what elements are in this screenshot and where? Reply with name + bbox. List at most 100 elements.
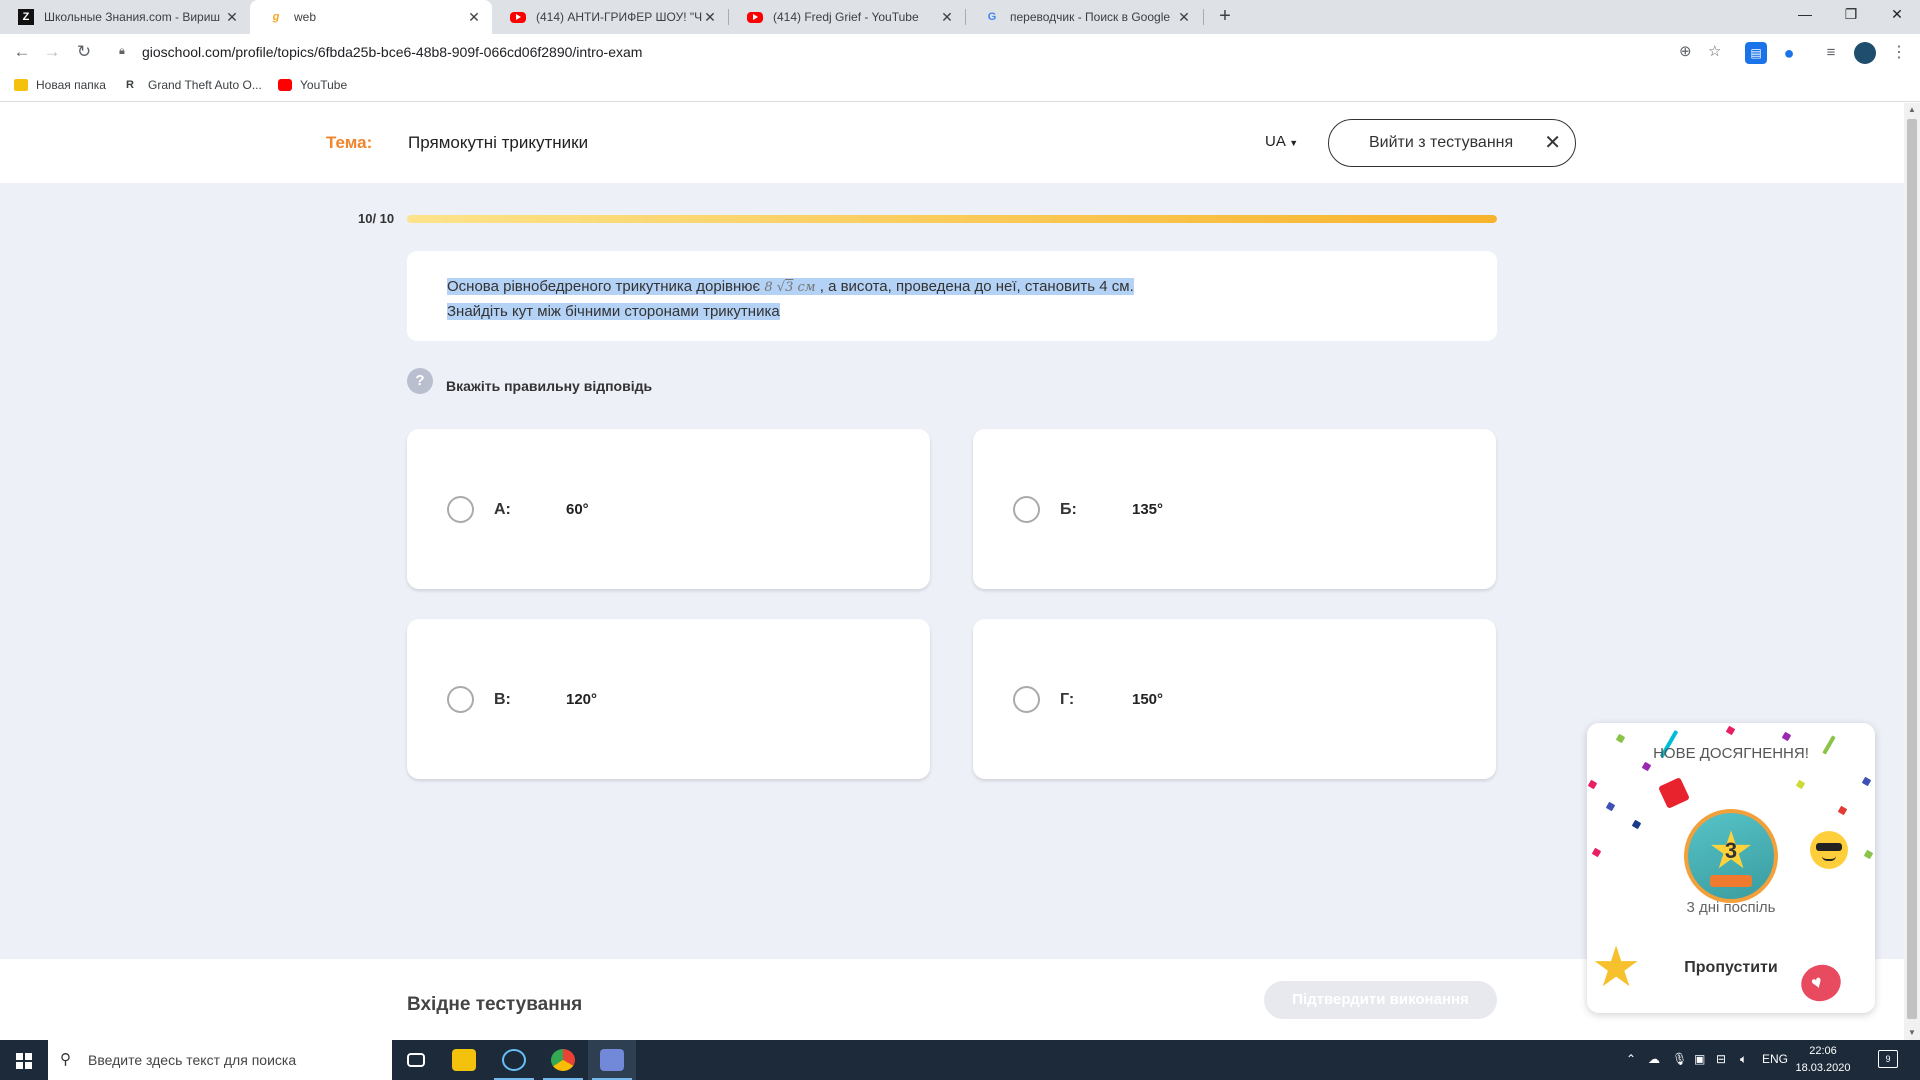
answer-option-d[interactable]: Г: 150°: [973, 619, 1496, 779]
close-tab-icon[interactable]: ✕: [1176, 9, 1192, 26]
notification-center-icon[interactable]: 9: [1878, 1050, 1898, 1068]
close-tab-icon[interactable]: ✕: [224, 9, 240, 26]
volume-icon[interactable]: 🔈︎: [1740, 1052, 1747, 1067]
exit-test-button[interactable]: Вийти з тестування ✕: [1328, 119, 1576, 167]
confetti-piece: [1725, 725, 1736, 736]
system-clock[interactable]: 22:06 18.03.2020: [1788, 1043, 1858, 1077]
radio-button[interactable]: [1013, 496, 1040, 523]
browser-tab-strip: Z Школьные Знания.com - Вириш ✕ g web ✕ …: [0, 0, 1920, 34]
tab-google-translate[interactable]: G переводчик - Поиск в Google ✕: [966, 0, 1202, 34]
tray-chevron-up-icon[interactable]: ⌃: [1626, 1052, 1636, 1066]
answer-letter: Б:: [1060, 501, 1077, 518]
steam-icon[interactable]: [490, 1040, 538, 1080]
radio-button[interactable]: [1013, 686, 1040, 713]
bookmark-star-icon[interactable]: ☆: [1708, 42, 1721, 60]
scroll-down-arrow-icon[interactable]: ▼: [1904, 1026, 1920, 1040]
taskbar-search[interactable]: ⚲ Введите здесь текст для поиска: [48, 1040, 392, 1080]
answer-letter: А:: [494, 501, 511, 518]
clock-date: 18.03.2020: [1795, 1062, 1851, 1074]
streak-badge: ★ 3: [1684, 809, 1778, 903]
achievement-subtitle: 3 дні поспіль: [1686, 899, 1776, 916]
media-control-icon[interactable]: ≡: [1820, 42, 1842, 64]
new-tab-button[interactable]: +: [1213, 5, 1237, 29]
tab-znanija[interactable]: Z Школьные Знания.com - Вириш ✕: [0, 0, 250, 34]
bookmark-label: Grand Theft Auto O...: [148, 78, 262, 92]
tab-title: (414) Fredj Grief - YouTube: [773, 10, 919, 24]
znanija-favicon-icon: Z: [18, 9, 34, 25]
page-header: Тема: Прямокутні трикутники UA ▼ Вийти з…: [0, 103, 1904, 183]
maximize-icon[interactable]: ❐: [1828, 0, 1874, 30]
youtube-icon: [747, 11, 763, 23]
start-button[interactable]: [0, 1040, 48, 1080]
page-scrollbar[interactable]: ▲ ▼: [1904, 103, 1920, 1040]
search-icon: ⚲: [60, 1051, 71, 1068]
bookmark-label: YouTube: [300, 78, 348, 92]
exit-test-label: Вийти з тестування: [1369, 134, 1514, 151]
microphone-icon[interactable]: 🎙︎: [1672, 1052, 1687, 1066]
answer-option-b[interactable]: Б: 135°: [973, 429, 1496, 589]
progress-counter: 10/ 10: [358, 211, 395, 226]
question-mark-icon[interactable]: ?: [407, 368, 433, 394]
tab-separator: [1203, 9, 1204, 25]
extension-new-icon[interactable]: ▤: [1745, 42, 1767, 64]
bookmark-youtube[interactable]: YouTube: [278, 78, 347, 92]
math-coefficient: 8: [764, 280, 773, 295]
close-tab-icon[interactable]: ✕: [702, 9, 718, 26]
confetti-piece: [1781, 731, 1792, 742]
bookmark-new-folder[interactable]: Новая папка: [14, 78, 106, 92]
reload-icon[interactable]: ↻: [72, 40, 96, 64]
theme-label: Тема:: [326, 133, 373, 152]
theme-title: Прямокутні трикутники: [408, 133, 589, 152]
confetti-piece: [1605, 801, 1616, 812]
answer-option-a[interactable]: А: 60°: [407, 429, 930, 589]
extension-globe-icon[interactable]: ●: [1778, 42, 1800, 64]
menu-kebab-icon[interactable]: ⋮: [1888, 42, 1910, 64]
radio-button[interactable]: [447, 496, 474, 523]
tab-youtube-fredj[interactable]: (414) Fredj Grief - YouTube ✕: [729, 0, 965, 34]
bookmark-label: Новая папка: [36, 78, 106, 92]
scroll-up-arrow-icon[interactable]: ▲: [1904, 103, 1920, 117]
close-window-icon[interactable]: ✕: [1874, 0, 1920, 30]
forward-arrow-icon[interactable]: →: [40, 40, 64, 64]
tray-app-icon[interactable]: ▣: [1694, 1052, 1705, 1066]
address-bar[interactable]: 🔒︎ gioschool.com/profile/topics/6fbda25b…: [108, 38, 1728, 66]
input-language[interactable]: ENG: [1762, 1052, 1788, 1066]
task-view-icon[interactable]: [392, 1040, 440, 1080]
youtube-icon: [278, 79, 292, 91]
confirm-button[interactable]: Підтвердити виконання: [1264, 981, 1497, 1019]
install-app-icon[interactable]: ⊕: [1679, 42, 1692, 60]
folder-icon: [14, 79, 28, 91]
tab-web[interactable]: g web ✕: [250, 0, 492, 34]
network-icon[interactable]: ⊟: [1716, 1052, 1726, 1066]
chrome-icon[interactable]: [539, 1040, 587, 1080]
tab-title: web: [294, 10, 317, 24]
math-unit: см: [793, 280, 816, 295]
lock-icon: 🔒︎: [119, 45, 125, 57]
scroll-thumb[interactable]: [1907, 119, 1917, 1019]
minimize-icon[interactable]: —: [1782, 0, 1828, 30]
onedrive-icon[interactable]: ☁: [1648, 1052, 1660, 1066]
answer-option-c[interactable]: В: 120°: [407, 619, 930, 779]
badge-number: 3: [1724, 838, 1738, 863]
tab-youtube-anti-grief[interactable]: (414) АНТИ-ГРИФЕР ШОУ! "ЧТО ✕: [492, 0, 728, 34]
close-tab-icon[interactable]: ✕: [466, 9, 482, 26]
confetti-piece: [1861, 776, 1872, 787]
close-tab-icon[interactable]: ✕: [939, 9, 955, 26]
file-explorer-icon[interactable]: [440, 1040, 488, 1080]
confetti-piece: [1641, 761, 1652, 772]
answer-letter: Г:: [1060, 691, 1075, 708]
tab-title: (414) АНТИ-ГРИФЕР ШОУ! "ЧТО: [536, 10, 702, 24]
bookmark-gta[interactable]: R Grand Theft Auto O...: [126, 78, 262, 92]
gioschool-favicon-icon: g: [272, 11, 280, 23]
language-selector[interactable]: UA ▼: [1265, 133, 1298, 150]
back-arrow-icon[interactable]: ←: [10, 40, 34, 64]
radio-button[interactable]: [447, 686, 474, 713]
question-part2: , а висота, проведена до неї, становить …: [815, 278, 1134, 295]
discord-icon[interactable]: [588, 1040, 636, 1080]
achievement-title: НОВЕ ДОСЯГНЕННЯ!: [1653, 745, 1809, 762]
profile-avatar[interactable]: [1854, 42, 1876, 64]
confetti-piece: [1587, 779, 1598, 790]
bookmarks-bar: Новая папка R Grand Theft Auto O... YouT…: [0, 70, 1920, 102]
confetti-piece: [1631, 819, 1642, 830]
tab-title: Школьные Знания.com - Вириш: [44, 10, 221, 24]
